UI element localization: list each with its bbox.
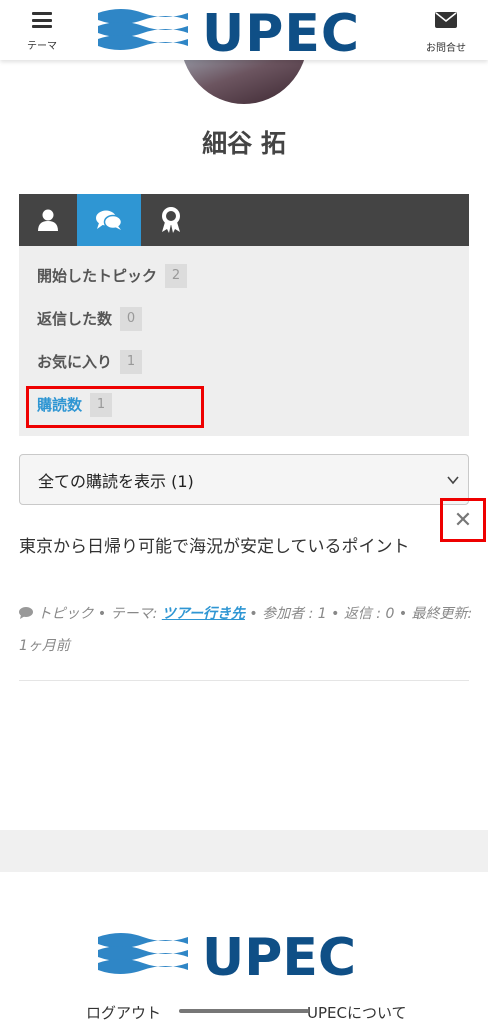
highlight-box-subscriptions	[26, 386, 204, 428]
profile-tabbar	[19, 194, 469, 246]
count-badge: 2	[165, 263, 188, 288]
menu-item-label: 開始したトピック	[37, 267, 158, 285]
theme-prefix: テーマ:	[110, 606, 158, 622]
theme-link[interactable]: ツアー行き先	[162, 606, 245, 622]
about-link[interactable]: UPECについて	[307, 1002, 407, 1023]
menu-item-favorites[interactable]: お気に入り 1	[19, 340, 469, 383]
separator: •	[249, 606, 258, 622]
home-indicator	[179, 1009, 309, 1013]
tab-badges[interactable]	[141, 194, 201, 246]
separator: •	[398, 606, 408, 622]
participants: 参加者 : 1	[262, 606, 327, 622]
separator: •	[97, 606, 107, 622]
tab-profile[interactable]	[19, 194, 77, 246]
select-value: 全ての購読を表示 (1)	[38, 471, 194, 491]
subscription-filter-select[interactable]: 全ての購読を表示 (1)	[19, 454, 469, 505]
theme-menu-label: テーマ	[27, 41, 57, 52]
logout-link[interactable]: ログアウト	[86, 1002, 161, 1023]
logo-text: UPEC	[202, 4, 360, 56]
award-icon	[162, 207, 180, 233]
footer-logo-text: UPEC	[202, 928, 356, 980]
site-header: テーマ UPEC お問合せ	[0, 0, 488, 64]
user-icon	[38, 209, 58, 231]
hamburger-icon	[32, 12, 52, 28]
chevron-down-icon	[447, 476, 459, 485]
replies: 返信 : 0	[343, 606, 395, 622]
menu-item-label: お気に入り	[37, 353, 113, 371]
footer-logo[interactable]: UPEC	[96, 928, 396, 988]
comments-icon	[96, 210, 122, 230]
footer-separator	[0, 830, 488, 872]
menu-item-replies[interactable]: 返信した数 0	[19, 297, 469, 340]
topic-type: トピック	[37, 606, 94, 622]
theme-menu-button[interactable]: テーマ	[18, 10, 66, 53]
close-icon: ✕	[453, 507, 473, 533]
menu-item-started-topics[interactable]: 開始したトピック 2	[19, 254, 469, 297]
topic-meta: トピック • テーマ: ツアー行き先 • 参加者 : 1 • 返信 : 0 • …	[19, 598, 474, 662]
comment-icon	[19, 607, 33, 619]
menu-item-label: 返信した数	[37, 310, 113, 328]
mail-icon	[435, 12, 457, 28]
contact-label: お問合せ	[426, 43, 466, 54]
separator: •	[331, 606, 340, 622]
count-badge: 0	[120, 306, 143, 331]
site-logo[interactable]: UPEC	[96, 4, 396, 64]
unsubscribe-button[interactable]: ✕	[440, 498, 486, 542]
divider	[19, 680, 469, 681]
tab-forums[interactable]	[77, 194, 141, 246]
topic-title-link[interactable]: 東京から日帰り可能で海況が安定しているポイント	[19, 532, 439, 563]
count-badge: 1	[120, 349, 143, 374]
contact-button[interactable]: お問合せ	[422, 12, 470, 55]
profile-name: 細谷 拓	[202, 129, 286, 158]
